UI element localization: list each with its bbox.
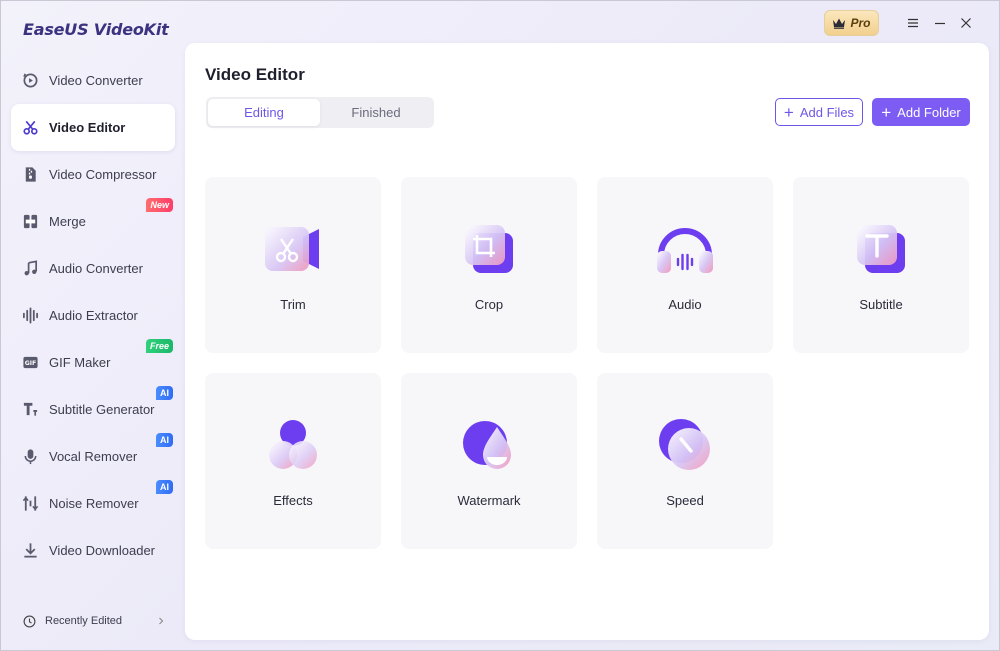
tool-label: Crop xyxy=(474,297,504,312)
clock-icon xyxy=(23,615,36,627)
subtitle-icon xyxy=(21,401,39,419)
tab-bar: Editing Finished xyxy=(206,97,434,128)
tool-card-speed[interactable]: Speed xyxy=(597,373,773,549)
sidebar-item-video-converter[interactable]: Video Converter xyxy=(11,57,175,104)
close-button[interactable] xyxy=(956,13,976,33)
free-badge: Free xyxy=(145,339,173,353)
tab-editing[interactable]: Editing xyxy=(208,99,320,126)
tool-label: Speed xyxy=(666,493,704,508)
sidebar-item-vocal-remover[interactable]: Vocal Remover AI xyxy=(11,433,175,480)
page-title: Video Editor xyxy=(205,65,305,84)
tool-card-effects[interactable]: Effects xyxy=(205,373,381,549)
ai-badge: AI xyxy=(156,433,173,447)
tool-label: Effects xyxy=(273,493,313,508)
merge-icon xyxy=(21,213,39,231)
sidebar-item-merge[interactable]: Merge New xyxy=(11,198,175,245)
music-note-icon xyxy=(21,260,39,278)
app-title: EaseUS VideoKit xyxy=(23,20,169,39)
tool-card-crop[interactable]: Crop xyxy=(401,177,577,353)
pro-label: Pro xyxy=(850,16,871,30)
add-files-button[interactable]: + Add Files xyxy=(775,98,863,126)
microphone-icon xyxy=(21,448,39,466)
recently-edited-label: Recently Edited xyxy=(45,615,123,627)
speed-gauge-icon xyxy=(659,419,710,470)
sidebar-item-label: Vocal Remover xyxy=(49,449,138,464)
tool-label: Subtitle xyxy=(859,297,903,312)
sidebar-item-subtitle-generator[interactable]: Subtitle Generator AI xyxy=(11,386,175,433)
crop-icon xyxy=(465,225,513,273)
tool-card-watermark[interactable]: Watermark xyxy=(401,373,577,549)
waveform-icon xyxy=(21,307,39,325)
ai-badge: AI xyxy=(156,480,173,494)
sidebar-item-label: Audio Converter xyxy=(49,261,143,276)
chevron-right-icon xyxy=(159,617,164,625)
add-folder-button[interactable]: + Add Folder xyxy=(872,98,970,126)
new-badge: New xyxy=(146,198,173,212)
watermark-drop-icon xyxy=(463,421,511,469)
sidebar-item-label: Video Downloader xyxy=(49,543,155,558)
add-files-label: Add Files xyxy=(799,104,855,120)
menu-button[interactable] xyxy=(903,13,923,33)
sidebar-item-label: Merge xyxy=(49,214,86,229)
minimize-icon xyxy=(935,22,945,25)
sidebar: Video Converter Video Editor Video Compr… xyxy=(11,57,175,574)
noise-icon xyxy=(21,495,39,513)
sidebar-item-label: Noise Remover xyxy=(49,496,139,511)
tool-card-subtitle[interactable]: Subtitle xyxy=(793,177,969,353)
sidebar-item-video-compressor[interactable]: Video Compressor xyxy=(11,151,175,198)
sidebar-item-noise-remover[interactable]: Noise Remover AI xyxy=(11,480,175,527)
main-panel: Video Editor Editing Finished + Add File… xyxy=(185,43,989,640)
sidebar-item-label: Audio Extractor xyxy=(49,308,138,323)
sidebar-item-video-editor[interactable]: Video Editor xyxy=(11,104,175,151)
download-icon xyxy=(21,542,39,560)
tool-label: Audio xyxy=(668,297,702,312)
sidebar-item-label: Video Editor xyxy=(49,120,126,135)
gif-icon: GIF xyxy=(21,354,39,372)
trim-icon xyxy=(265,227,319,271)
video-converter-icon xyxy=(21,72,39,90)
sidebar-item-video-downloader[interactable]: Video Downloader xyxy=(11,527,175,574)
ai-badge: AI xyxy=(156,386,173,400)
tool-card-trim[interactable]: Trim xyxy=(205,177,381,353)
effects-circles-icon xyxy=(269,420,317,469)
sidebar-item-label: GIF Maker xyxy=(49,355,111,370)
minimize-button[interactable] xyxy=(930,13,950,33)
sidebar-item-audio-extractor[interactable]: Audio Extractor xyxy=(11,292,175,339)
recently-edited-link[interactable]: Recently Edited xyxy=(23,612,165,630)
svg-text:GIF: GIF xyxy=(24,360,36,367)
sidebar-item-label: Video Converter xyxy=(49,73,143,88)
tool-label: Watermark xyxy=(457,493,521,508)
sidebar-item-audio-converter[interactable]: Audio Converter xyxy=(11,245,175,292)
compress-file-icon xyxy=(21,166,39,184)
add-folder-label: Add Folder xyxy=(897,104,961,120)
app-window: EaseUS VideoKit Pro Video Converter Vide… xyxy=(0,0,1000,651)
sidebar-item-label: Subtitle Generator xyxy=(49,402,155,417)
scissors-icon xyxy=(21,119,39,137)
tab-finished[interactable]: Finished xyxy=(320,99,432,126)
close-icon xyxy=(961,18,971,28)
tool-label: Trim xyxy=(280,297,306,312)
sidebar-item-gif-maker[interactable]: GIF GIF Maker Free xyxy=(11,339,175,386)
crown-icon xyxy=(833,18,846,29)
tool-card-audio[interactable]: Audio xyxy=(597,177,773,353)
plus-icon: + xyxy=(881,102,892,122)
hamburger-icon xyxy=(908,18,918,28)
sidebar-item-label: Video Compressor xyxy=(49,167,157,182)
headphones-icon xyxy=(657,228,713,273)
text-t-icon xyxy=(857,225,905,273)
plus-icon: + xyxy=(783,102,794,122)
pro-button[interactable]: Pro xyxy=(824,10,879,36)
